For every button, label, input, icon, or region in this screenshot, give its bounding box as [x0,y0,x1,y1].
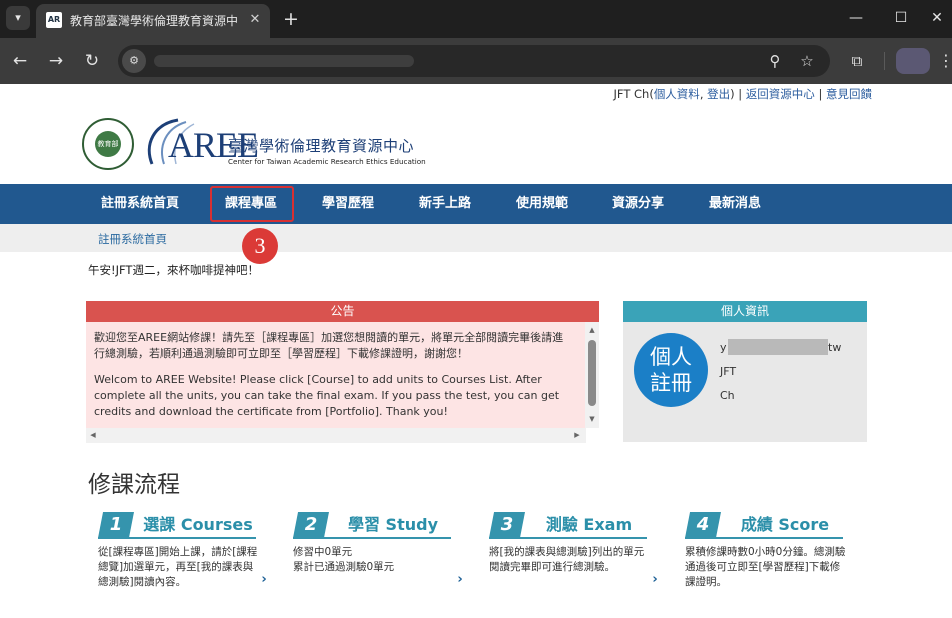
profile-link[interactable]: 個人資料 [654,87,700,101]
step-courses: 1 選課 Courses [98,512,258,539]
step-number: 4 [685,512,721,538]
org-name: 臺灣學術倫理教育資源中心 [228,137,415,155]
step-underline [489,537,647,539]
profile-first-name: JFT [720,365,737,378]
nav-registration-home[interactable]: 註冊系統首頁 [101,184,179,224]
scroll-down-icon[interactable]: ▼ [585,413,599,425]
nav-resource-share[interactable]: 資源分享 [612,184,664,224]
forward-arrow-icon[interactable]: → [45,50,67,72]
badge-line-2: 註冊 [650,371,692,395]
logout-link[interactable]: 登出 [707,87,730,101]
chevron-right-icon[interactable]: › [259,573,269,587]
user-name: JFT Ch( [613,87,654,101]
browser-toolbar: ← → ↻ ⚙ ⚲ ☆ ⧉ ⋮ [0,38,952,84]
step-underline [685,537,843,539]
profile-last-name: Ch [720,389,735,402]
step-description: 將[我的課表與總測驗]列出的單元閱讀完畢即可進行總測驗。 [489,546,645,573]
nav-getting-started[interactable]: 新手上路 [419,184,471,224]
step-number: 3 [489,512,525,538]
nav-learning-history[interactable]: 學習歷程 [322,184,374,224]
bookmark-star-icon[interactable]: ☆ [796,50,818,72]
chevron-right-icon[interactable]: › [455,573,465,587]
step-study: 2 學習 Study [293,512,453,539]
profile-panel-title: 個人資訊 [623,301,867,322]
announcement-horizontal-scrollbar[interactable]: ◀ ▶ [86,428,586,443]
extensions-icon[interactable]: ⧉ [846,50,868,72]
step-label: 選課 Courses [143,515,253,534]
scroll-right-icon[interactable]: ▶ [570,429,584,441]
step-label: 學習 Study [347,515,439,534]
chevron-right-icon[interactable]: › [650,573,660,587]
feedback-link[interactable]: 意見回饋 [826,87,872,101]
step-number: 2 [293,512,329,538]
badge-line-1: 個人 [650,345,692,369]
browser-tab-bar: ▾ AR 教育部臺灣學術倫理教育資源中 ✕ + — ☐ ✕ [0,0,952,38]
announcement-en: Welcom to AREE Website! Please click [Co… [94,373,560,418]
nav-usage-rules[interactable]: 使用規範 [516,184,568,224]
new-tab-icon[interactable]: + [280,8,302,30]
announcement-zh: 歡迎您至AREE網站修課！請先至［課程專區］加選您想閱讀的單元，將單元全部閱讀完… [94,331,564,360]
step-label: 測驗 Exam [545,515,633,534]
breadcrumb-link[interactable]: 註冊系統首頁 [98,231,167,247]
window-close-icon[interactable]: ✕ [922,4,952,32]
org-name-en: Center for Taiwan Academic Research Ethi… [228,157,426,166]
separator-text: | [814,87,826,101]
redacted-email [728,339,828,355]
flow-title: 修課流程 [88,472,180,498]
zoom-icon[interactable]: ⚲ [764,50,786,72]
back-arrow-icon[interactable]: ← [9,50,31,72]
maximize-icon[interactable]: ☐ [886,4,916,32]
step-number: 1 [98,512,134,538]
moe-logo-text: 教育部 [95,131,121,157]
step-exam: 3 測驗 Exam [489,512,649,539]
registered-badge: 個人 註冊 [634,333,708,407]
announcement-vertical-scrollbar[interactable]: ▲ ▼ [585,322,599,428]
step-underline [98,537,256,539]
scroll-left-icon[interactable]: ◀ [86,429,100,441]
favicon-icon: AR [46,12,62,28]
nav-latest-news[interactable]: 最新消息 [709,184,761,224]
main-nav: 註冊系統首頁 課程專區 學習歷程 新手上路 使用規範 資源分享 最新消息 [0,184,952,224]
profile-avatar[interactable] [896,48,930,74]
profile-email-suffix: tw [828,341,842,354]
toolbar-divider [884,52,885,70]
separator-text: ) | [730,87,746,101]
step-marker: 3 [242,228,278,264]
step-description: 修習中0單元 累計已通過測驗0單元 [293,546,395,573]
tab-close-icon[interactable]: ✕ [246,11,264,29]
step-description: 累積修課時數0小時0分鐘。總測驗通過後可立即至[學習歷程]下載修課證明。 [685,546,846,588]
highlight-box [210,186,294,222]
step-underline [293,537,451,539]
url-text-redacted [154,55,414,67]
tab-search-icon[interactable]: ▾ [6,6,30,30]
more-menu-icon[interactable]: ⋮ [938,50,952,72]
profile-email-prefix: y [720,341,727,354]
moe-logo: 教育部 [82,118,134,170]
scrollbar-thumb[interactable] [588,340,596,406]
announcement-body: 歡迎您至AREE網站修課！請先至［課程專區］加選您想閱讀的單元，將單元全部閱讀完… [86,322,599,428]
scroll-up-icon[interactable]: ▲ [585,324,599,336]
reload-icon[interactable]: ↻ [81,50,103,72]
user-links: JFT Ch(個人資料, 登出) | 返回資源中心 | 意見回饋 [560,86,872,102]
announcement-title: 公告 [86,301,599,322]
browser-tab[interactable]: AR 教育部臺灣學術倫理教育資源中 ✕ [36,4,270,38]
site-info-icon[interactable]: ⚙ [122,49,146,73]
step-score: 4 成績 Score [685,512,845,539]
minimize-icon[interactable]: — [841,4,871,32]
address-bar[interactable]: ⚙ ⚲ ☆ [118,45,830,77]
step-label: 成績 Score [740,515,830,534]
tab-title: 教育部臺灣學術倫理教育資源中 [70,14,238,28]
back-to-resource-link[interactable]: 返回資源中心 [746,87,815,101]
greeting-text: 午安!JFT週二，來杯咖啡提神吧！ [88,263,259,277]
step-description: 從[課程專區]開始上課，請於[課程總覽]加選單元，再至[我的課表與總測驗]閱讀內… [98,546,258,588]
